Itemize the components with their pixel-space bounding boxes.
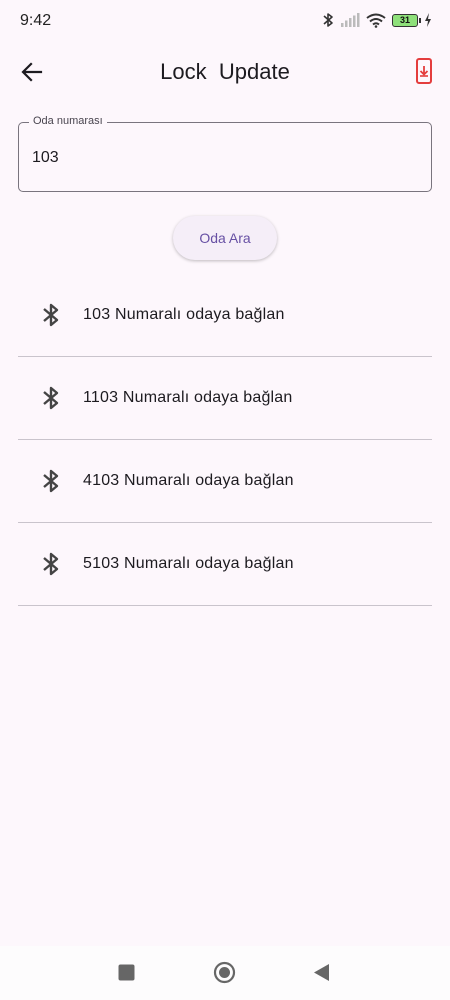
- room-list-item-label: 103 Numaralı odaya bağlan: [83, 306, 285, 323]
- room-list: 103 Numaralı odaya bağlan 1103 Numaralı …: [18, 274, 432, 606]
- system-nav-bar: [0, 946, 450, 1000]
- bluetooth-icon: [43, 469, 59, 493]
- signal-icon: [341, 13, 360, 27]
- charging-icon: [425, 13, 431, 27]
- room-list-item-label: 1103 Numaralı odaya bağlan: [83, 389, 293, 406]
- bluetooth-icon: [43, 303, 59, 327]
- wifi-icon: [366, 13, 386, 28]
- download-button[interactable]: [416, 58, 432, 84]
- room-number-field[interactable]: Oda numarası: [18, 115, 432, 192]
- page-title: Lock Update: [160, 59, 290, 84]
- room-list-item-label: 5103 Numaralı odaya bağlan: [83, 555, 294, 572]
- app-bar: Lock Update: [0, 44, 450, 100]
- battery-icon: 31: [392, 13, 421, 27]
- room-list-item[interactable]: 4103 Numaralı odaya bağlan: [18, 440, 432, 523]
- status-bar: 9:42 31: [0, 0, 450, 44]
- download-icon: [419, 66, 429, 77]
- triangle-back-icon[interactable]: [313, 963, 330, 982]
- room-list-item[interactable]: 5103 Numaralı odaya bağlan: [18, 523, 432, 606]
- bluetooth-icon: [43, 386, 59, 410]
- status-time: 9:42: [20, 12, 52, 29]
- room-list-item[interactable]: 103 Numaralı odaya bağlan: [18, 274, 432, 357]
- room-number-input[interactable]: [32, 149, 412, 167]
- square-icon[interactable]: [118, 964, 135, 981]
- bluetooth-status-icon: [323, 13, 333, 27]
- status-icons: 31: [322, 12, 432, 28]
- room-list-item[interactable]: 1103 Numaralı odaya bağlan: [18, 357, 432, 440]
- room-number-label: Oda numarası: [29, 115, 107, 127]
- bluetooth-icon: [43, 552, 59, 576]
- circle-icon[interactable]: [213, 961, 236, 984]
- search-room-button[interactable]: Oda Ara: [173, 216, 277, 260]
- room-list-item-label: 4103 Numaralı odaya bağlan: [83, 472, 294, 489]
- battery-level: 31: [399, 15, 410, 25]
